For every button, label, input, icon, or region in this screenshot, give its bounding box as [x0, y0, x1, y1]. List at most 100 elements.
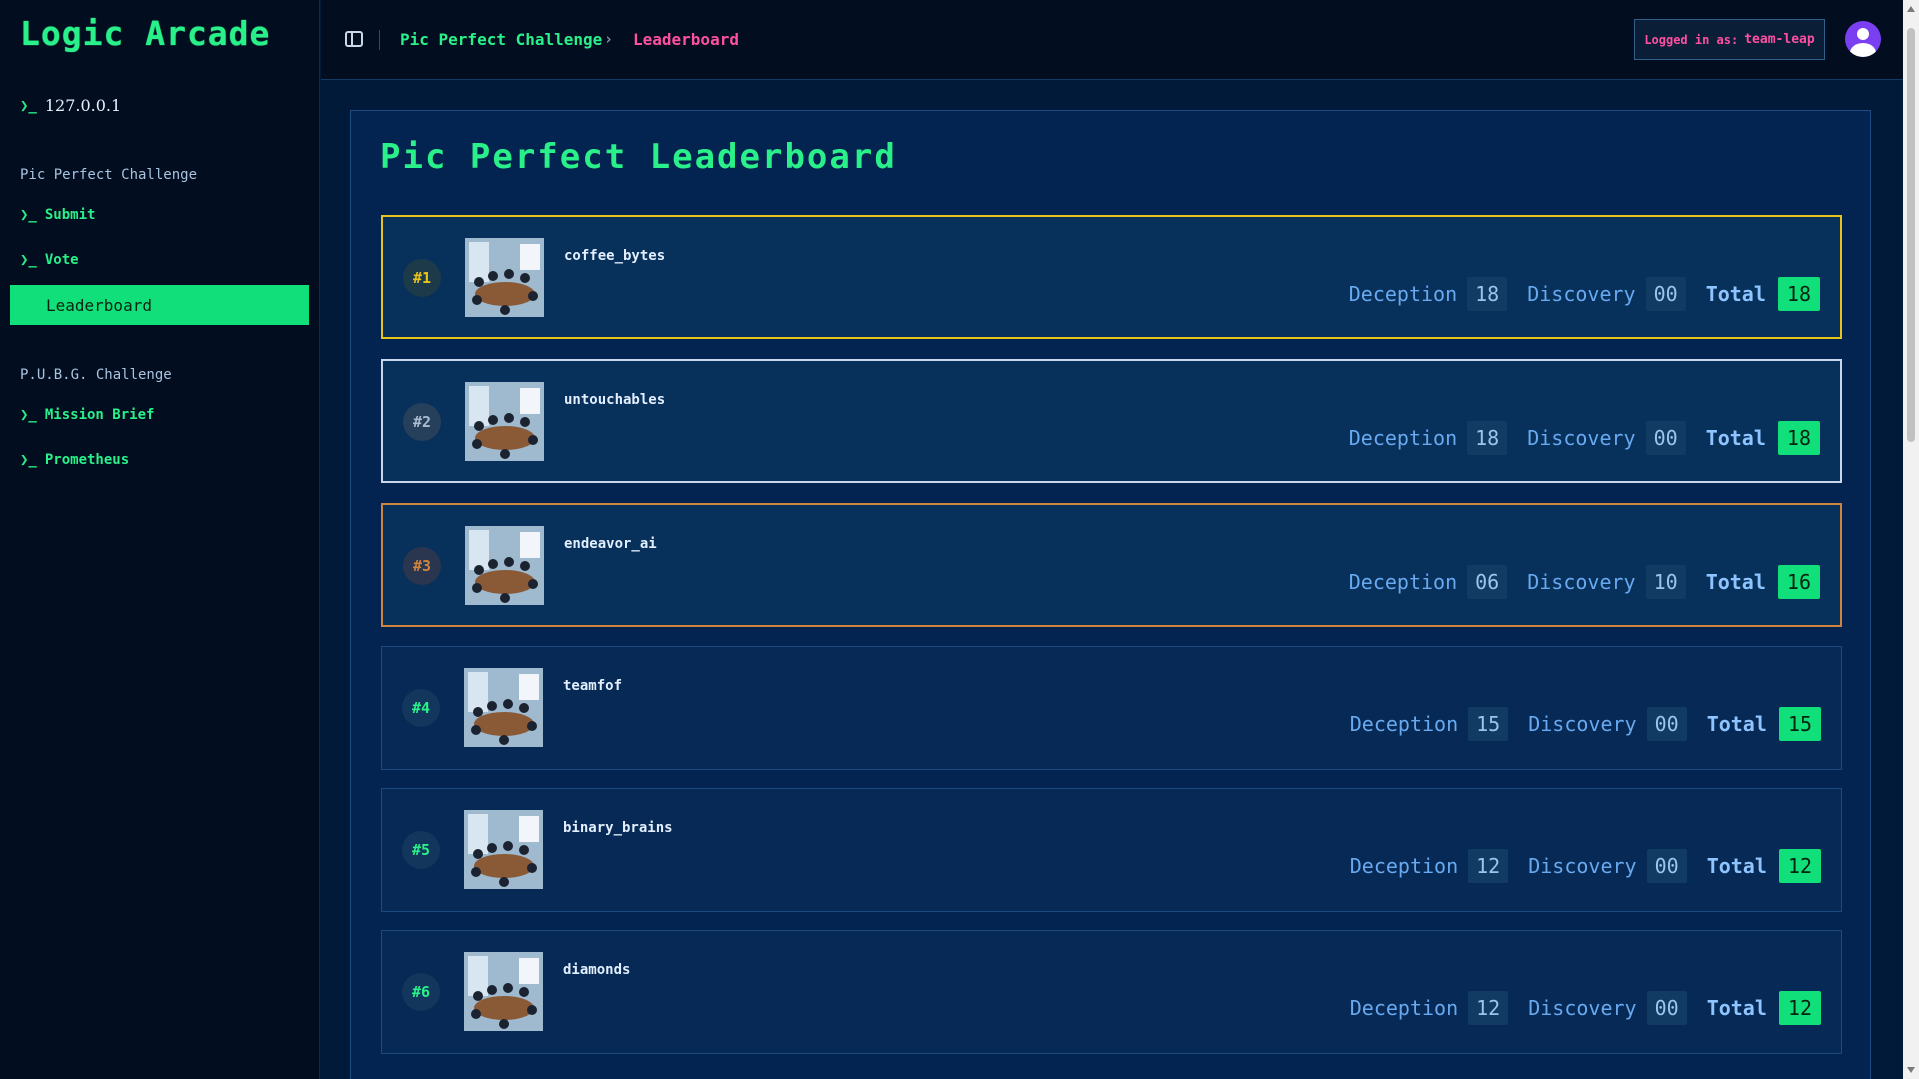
- submission-thumbnail[interactable]: [464, 952, 543, 1031]
- rank-badge: #2: [403, 403, 441, 441]
- chevron-right-icon: ›: [604, 30, 614, 48]
- login-label: Logged in as:: [1644, 32, 1739, 47]
- deception-label: Deception: [1349, 996, 1459, 1020]
- team-name: teamfof: [563, 678, 623, 694]
- discovery-label: Discovery: [1528, 854, 1637, 878]
- total-score: 12: [1778, 991, 1821, 1025]
- sidebar-item-mission-brief[interactable]: ❯_ Mission Brief: [20, 407, 154, 423]
- team-name: endeavor_ai: [564, 536, 657, 552]
- discovery-score: 00: [1646, 707, 1687, 741]
- deception-label: Deception: [1349, 854, 1459, 878]
- discovery-score: 00: [1646, 991, 1687, 1025]
- total-score: 18: [1777, 277, 1820, 311]
- deception-score: 12: [1468, 849, 1509, 883]
- header-divider: [379, 30, 380, 50]
- total-label: Total: [1706, 996, 1767, 1020]
- thumbnail-image: [464, 952, 543, 1031]
- team-name: diamonds: [563, 962, 631, 978]
- leaderboard-panel: Pic Perfect Leaderboard #1 coffee_bytes De…: [350, 110, 1871, 1079]
- sidebar-item-label: Vote: [44, 252, 79, 268]
- sidebar-item-prometheus[interactable]: ❯_ Prometheus: [20, 452, 129, 468]
- leaderboard-row: #6 diamonds Deception 12 Discovery 00 Total 12: [381, 930, 1842, 1054]
- submission-thumbnail[interactable]: [464, 668, 543, 747]
- score-group: Deception 12 Discovery 00 Total 12: [1350, 991, 1821, 1025]
- leaderboard-row: #5 binary_brains Deception 12 Discovery 00 Tot…: [381, 788, 1842, 912]
- sidebar-item-submit[interactable]: ❯_ Submit: [20, 207, 95, 223]
- total-score: 16: [1777, 565, 1820, 599]
- scroll-thumb[interactable]: [1907, 28, 1915, 442]
- deception-score: 06: [1467, 565, 1508, 599]
- total-label: Total: [1706, 854, 1767, 878]
- login-status: Logged in as: team-leap: [1634, 19, 1825, 60]
- terminal-prompt-icon: ❯_: [20, 452, 37, 468]
- deception-score: 15: [1468, 707, 1509, 741]
- rank-badge: #4: [402, 689, 440, 727]
- terminal-prompt-icon: ❯_: [20, 407, 37, 423]
- discovery-score: 00: [1645, 421, 1686, 455]
- total-label: Total: [1705, 426, 1766, 450]
- login-username: team-leap: [1744, 32, 1815, 47]
- terminal-prompt-icon: ❯_: [20, 97, 37, 114]
- avatar[interactable]: [1845, 21, 1881, 57]
- total-score: 15: [1778, 707, 1821, 741]
- deception-score: 18: [1467, 421, 1508, 455]
- leaderboard-row: #2 untouchables Deception 18 Discovery 00 Tota…: [381, 359, 1842, 483]
- section-title-pic-perfect: Pic Perfect Challenge: [20, 167, 198, 183]
- deception-label: Deception: [1348, 570, 1458, 594]
- submission-thumbnail[interactable]: [465, 382, 544, 461]
- discovery-label: Discovery: [1528, 996, 1637, 1020]
- score-group: Deception 06 Discovery 10 Total 16: [1349, 565, 1820, 599]
- leaderboard-row: #3 endeavor_ai Deception 06 Discovery 10 Total…: [381, 503, 1842, 627]
- rank-badge: #3: [403, 547, 441, 585]
- total-score: 12: [1778, 849, 1821, 883]
- terminal-prompt-icon: ❯_: [20, 207, 37, 223]
- scroll-down-icon[interactable]: [1907, 1067, 1915, 1073]
- breadcrumb-leaderboard: Leaderboard: [633, 30, 739, 49]
- sidebar-item-label: Leaderboard: [46, 295, 152, 315]
- breadcrumb-pic-perfect[interactable]: Pic Perfect Challenge: [400, 30, 602, 49]
- thumbnail-image: [464, 668, 543, 747]
- discovery-label: Discovery: [1527, 282, 1636, 306]
- leaderboard-row: #4 teamfof Deception 15 Discovery 00 Total 15: [381, 646, 1842, 770]
- team-name: binary_brains: [563, 820, 673, 836]
- section-title-pubg: P.U.B.G. Challenge: [20, 367, 172, 383]
- discovery-score: 10: [1645, 565, 1686, 599]
- rank-badge: #6: [402, 973, 440, 1011]
- deception-score: 12: [1468, 991, 1509, 1025]
- rank-badge: #5: [402, 831, 440, 869]
- total-label: Total: [1706, 712, 1767, 736]
- page-scrollbar[interactable]: [1903, 0, 1919, 1079]
- sidebar-item-vote[interactable]: ❯_ Vote: [20, 252, 79, 268]
- team-name: untouchables: [564, 392, 666, 408]
- submission-thumbnail[interactable]: [465, 238, 544, 317]
- submission-thumbnail[interactable]: [464, 810, 543, 889]
- user-icon: [1857, 28, 1869, 40]
- team-name: coffee_bytes: [564, 248, 666, 264]
- sidebar-item-label: Mission Brief: [44, 407, 155, 423]
- submission-thumbnail[interactable]: [465, 526, 544, 605]
- deception-label: Deception: [1349, 712, 1459, 736]
- sidebar: Logic Arcade ❯_ 127.0.0.1 Pic Perfect Ch…: [0, 0, 320, 1079]
- discovery-label: Discovery: [1527, 570, 1636, 594]
- deception-score: 18: [1467, 277, 1508, 311]
- discovery-label: Discovery: [1527, 426, 1636, 450]
- sidebar-item-label: Prometheus: [44, 452, 130, 468]
- top-header: Pic Perfect Challenge › Leaderboard Logg…: [321, 0, 1903, 80]
- discovery-score: 00: [1646, 849, 1687, 883]
- host-label: 127.0.0.1: [44, 96, 122, 115]
- scroll-up-icon[interactable]: [1907, 6, 1915, 12]
- sidebar-toggle-icon[interactable]: [345, 31, 363, 47]
- app-brand: Logic Arcade: [20, 14, 271, 53]
- thumbnail-image: [465, 382, 544, 461]
- total-label: Total: [1705, 570, 1766, 594]
- rank-badge: #1: [403, 259, 441, 297]
- leaderboard-row: #1 coffee_bytes Deception 18 Discovery 00 Tota…: [381, 215, 1842, 339]
- thumbnail-image: [465, 238, 544, 317]
- thumbnail-image: [465, 526, 544, 605]
- deception-label: Deception: [1348, 426, 1458, 450]
- discovery-label: Discovery: [1528, 712, 1637, 736]
- sidebar-item-leaderboard[interactable]: Leaderboard: [10, 285, 309, 325]
- score-group: Deception 18 Discovery 00 Total 18: [1349, 421, 1820, 455]
- score-group: Deception 18 Discovery 00 Total 18: [1349, 277, 1820, 311]
- total-score: 18: [1777, 421, 1820, 455]
